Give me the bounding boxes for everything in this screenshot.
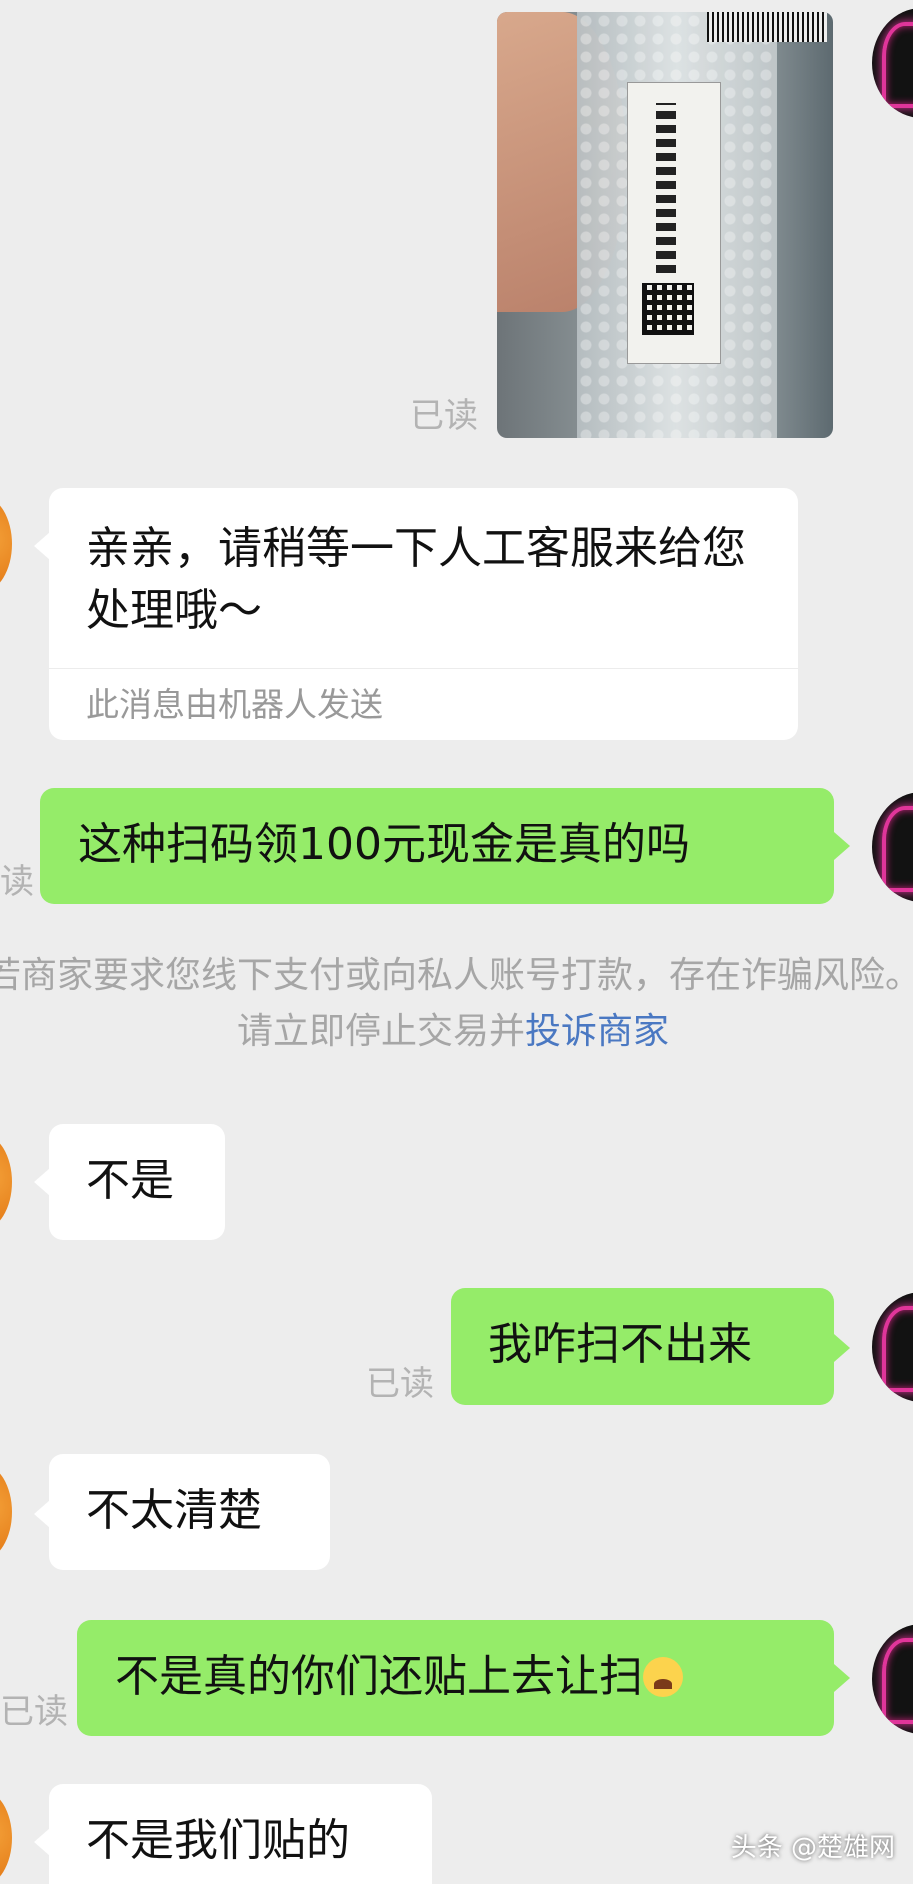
bubble-divider bbox=[49, 668, 798, 669]
merchant-message-text: 不太清楚 bbox=[86, 1485, 262, 1536]
product-photo-message[interactable] bbox=[497, 12, 833, 438]
user-message-text-body: 不是真的你们还贴上去让扫 bbox=[115, 1651, 643, 1702]
bubble-tail bbox=[834, 832, 850, 860]
merchant-message-bubble[interactable]: 不太清楚 bbox=[49, 1454, 330, 1570]
bot-footer: 此消息由机器人发送 bbox=[86, 685, 383, 724]
bubble-tail bbox=[834, 1334, 850, 1362]
merchant-avatar[interactable] bbox=[0, 1790, 12, 1884]
user-message-bubble[interactable]: 这种扫码领100元现金是真的吗 bbox=[40, 788, 834, 904]
complain-merchant-link[interactable]: 投诉商家 bbox=[525, 1011, 669, 1052]
neon-logo-icon bbox=[882, 1306, 913, 1392]
read-status: 读 bbox=[0, 862, 34, 902]
bubble-tail bbox=[834, 1664, 850, 1692]
user-message-bubble[interactable]: 我咋扫不出来 bbox=[451, 1288, 834, 1405]
neon-logo-icon bbox=[882, 22, 913, 108]
sticker-text-icon bbox=[656, 103, 676, 273]
bubble-tail bbox=[34, 1168, 50, 1196]
merchant-message-text: 不是我们贴的 bbox=[86, 1815, 350, 1866]
qr-code-icon bbox=[642, 283, 694, 335]
read-status: 已读 bbox=[410, 396, 478, 436]
read-status: 已读 bbox=[366, 1364, 434, 1404]
bubble-tail bbox=[34, 1500, 50, 1528]
merchant-message-bubble[interactable]: 不是 bbox=[49, 1124, 225, 1240]
bot-reply-text: 亲亲，请稍等一下人工客服来给您处理哦～ bbox=[86, 523, 746, 636]
merchant-message-text: 不是 bbox=[86, 1155, 174, 1206]
neon-logo-icon bbox=[882, 806, 913, 892]
system-warning-text: 若商家要求您线下支付或向私人账号打款，存在诈骗风险。请立即停止交易并 bbox=[0, 955, 913, 1052]
merchant-avatar[interactable] bbox=[0, 1134, 12, 1230]
merchant-message-bubble[interactable]: 不是我们贴的 bbox=[49, 1784, 432, 1884]
read-status: 已读 bbox=[0, 1692, 68, 1732]
merchant-avatar[interactable] bbox=[0, 1464, 12, 1560]
user-avatar[interactable] bbox=[872, 1292, 913, 1402]
user-message-text: 我咋扫不出来 bbox=[488, 1319, 752, 1370]
photo-sticker-label bbox=[627, 82, 721, 364]
watermark: 头条 @楚雄网 bbox=[730, 1833, 895, 1863]
neon-logo-icon bbox=[882, 1638, 913, 1724]
user-avatar[interactable] bbox=[872, 792, 913, 902]
merchant-avatar[interactable] bbox=[0, 496, 12, 592]
user-message-text: 不是真的你们还贴上去让扫 bbox=[115, 1646, 683, 1708]
photo-barcode bbox=[707, 12, 827, 42]
bubble-tail bbox=[34, 1828, 50, 1856]
bot-reply-bubble[interactable]: 亲亲，请稍等一下人工客服来给您处理哦～ 此消息由机器人发送 bbox=[49, 488, 798, 740]
crying-face-icon bbox=[643, 1657, 683, 1697]
chat-screen: 已读 亲亲，请稍等一下人工客服来给您处理哦～ 此消息由机器人发送 读 这种扫码领… bbox=[0, 0, 913, 1884]
bubble-tail bbox=[34, 532, 50, 560]
user-message-text: 这种扫码领100元现金是真的吗 bbox=[78, 819, 690, 870]
user-message-bubble[interactable]: 不是真的你们还贴上去让扫 bbox=[77, 1620, 834, 1736]
system-warning: 若商家要求您线下支付或向私人账号打款，存在诈骗风险。请立即停止交易并投诉商家 bbox=[0, 948, 913, 1060]
user-avatar[interactable] bbox=[872, 1624, 913, 1734]
user-avatar[interactable] bbox=[872, 8, 913, 118]
